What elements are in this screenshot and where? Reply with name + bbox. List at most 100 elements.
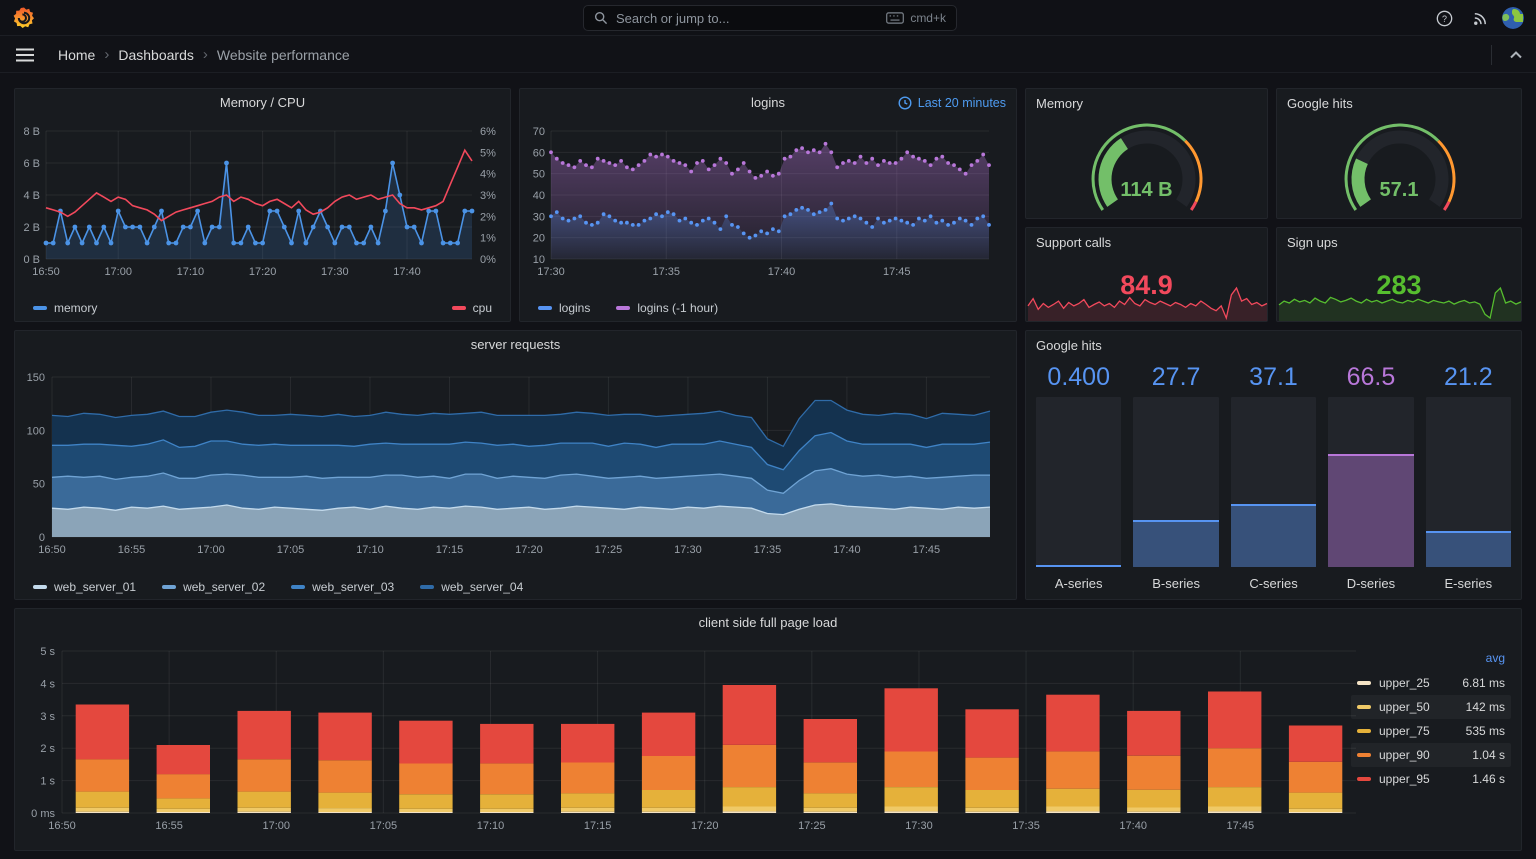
bar-gauge-column[interactable]: 37.1 C-series xyxy=(1230,363,1317,591)
collapse-chevron-up-icon[interactable] xyxy=(1508,47,1524,63)
help-button[interactable]: ? xyxy=(1431,6,1457,30)
bar-segment-upper_75 xyxy=(1046,788,1100,807)
bar-gauge-track xyxy=(1036,397,1122,567)
time-range-picker[interactable]: Last 20 minutes xyxy=(898,96,1006,110)
legend-swatch xyxy=(451,306,466,310)
bar-segment-upper_25 xyxy=(1208,811,1262,813)
axis-tick-label: 5 s xyxy=(40,646,55,658)
legend-item[interactable]: web_server_04 xyxy=(420,580,523,594)
panel-title[interactable]: client side full page load xyxy=(15,615,1521,630)
panel-title[interactable]: Memory xyxy=(1036,96,1083,111)
legend-value: 6.81 ms xyxy=(1462,676,1505,690)
breadcrumb-dashboards[interactable]: Dashboards xyxy=(118,47,194,63)
legend-label: web_server_04 xyxy=(441,580,524,594)
user-avatar[interactable] xyxy=(1500,6,1526,30)
axis-tick-label: 16:55 xyxy=(118,544,146,556)
legend-swatch xyxy=(538,306,552,310)
bar-segment-upper_50 xyxy=(237,807,291,812)
svg-text:?: ? xyxy=(1442,13,1447,23)
menu-toggle-button[interactable] xyxy=(16,48,34,62)
bar-segment-upper_25 xyxy=(641,811,696,813)
legend-row[interactable]: upper_75 535 ms xyxy=(1351,719,1511,743)
axis-tick-label: 17:40 xyxy=(768,266,796,278)
bar-segment-upper_75 xyxy=(884,787,938,807)
legend-item[interactable]: logins xyxy=(538,301,590,315)
panel-title[interactable]: Google hits xyxy=(1036,338,1102,353)
bar-gauge-value: 21.2 xyxy=(1443,363,1493,391)
bar-segment-upper_25 xyxy=(561,811,615,813)
axis-tick-label: 17:30 xyxy=(674,544,702,556)
axis-tick-label: 6% xyxy=(480,126,496,138)
bar-segment-upper_50 xyxy=(156,808,210,812)
logins-chart[interactable]: 10 20 30 40 50 60 70 17:30 17:35 17:40 17:45 xyxy=(521,117,1017,295)
panel-google-hits-bars: Google hits 0.400 A-series 27.7 B-series 37.… xyxy=(1025,330,1522,600)
axis-tick-label: 17:15 xyxy=(436,544,464,556)
bar-segment-upper_25 xyxy=(75,811,130,813)
bar-gauge-label: C-series xyxy=(1249,576,1298,591)
bar-segment-upper_50 xyxy=(480,808,534,812)
legend-swatch xyxy=(1357,729,1371,733)
breadcrumb-separator: › xyxy=(202,46,208,63)
bar-gauge-track xyxy=(1133,397,1219,567)
bar-gauge[interactable]: 0.400 A-series 27.7 B-series 37.1 C-series 66.… xyxy=(1036,363,1512,591)
axis-tick-label: 17:40 xyxy=(1119,820,1147,832)
bar-segment-upper_90 xyxy=(156,774,210,799)
subnav-actions xyxy=(1491,37,1524,73)
axis-tick-label: 17:35 xyxy=(1012,820,1040,832)
legend-swatch xyxy=(291,585,306,589)
legend-row[interactable]: upper_95 1.46 s xyxy=(1351,767,1511,791)
grafana-logo-icon[interactable] xyxy=(12,6,36,30)
legend-swatch xyxy=(1357,705,1371,709)
bar-gauge-column[interactable]: 66.5 D-series xyxy=(1328,363,1414,591)
bar-gauge-column[interactable]: 0.400 A-series xyxy=(1036,363,1122,591)
axis-tick-label: 2 B xyxy=(23,222,40,234)
client-page-load-chart[interactable]: 0 ms 1 s 2 s 3 s 4 s 5 s 16:50 16:55 17:00 17:05 1… xyxy=(16,635,1522,845)
panel-title[interactable]: Sign ups xyxy=(1287,235,1338,250)
stacked-bar xyxy=(803,719,857,813)
axis-tick-label: 30 xyxy=(533,211,545,223)
panel-title[interactable]: Support calls xyxy=(1036,235,1111,250)
panel-title[interactable]: server requests xyxy=(15,337,1016,352)
bar-gauge-value: 0.400 xyxy=(1047,363,1110,391)
news-button[interactable] xyxy=(1467,6,1493,30)
bar-gauge-column[interactable]: 27.7 B-series xyxy=(1133,363,1219,591)
server-requests-chart[interactable]: 0 50 100 150 16:50 16:55 17:00 17:05 17:10 17:15 1… xyxy=(16,359,1017,571)
axis-tick-label: 16:50 xyxy=(38,544,66,556)
bar-segment-upper_90 xyxy=(641,756,696,790)
search-input[interactable]: Search or jump to... cmd+k xyxy=(583,5,957,31)
bar-gauge-fill xyxy=(1036,565,1122,567)
axis-tick-label: 0 B xyxy=(23,254,40,266)
legend-item[interactable]: web_server_02 xyxy=(162,580,265,594)
legend: memory cpu xyxy=(33,301,492,315)
legend-item[interactable]: web_server_03 xyxy=(291,580,394,594)
legend-row[interactable]: upper_25 6.81 ms xyxy=(1351,671,1511,695)
bar-segment-upper_90 xyxy=(1288,761,1343,793)
panel-title[interactable]: Google hits xyxy=(1287,96,1353,111)
legend-avg-header[interactable]: avg xyxy=(1351,649,1511,671)
stacked-bar xyxy=(480,723,534,813)
legend-value: 142 ms xyxy=(1465,700,1505,714)
axis-tick-label: 4 s xyxy=(40,678,55,690)
axis-tick-label: 50 xyxy=(533,169,545,181)
bar-gauge-column[interactable]: 21.2 E-series xyxy=(1425,363,1512,591)
legend-label: web_server_03 xyxy=(312,580,395,594)
legend: web_server_01 web_server_02 web_server_03 w… xyxy=(33,580,998,594)
bar-segment-upper_25 xyxy=(803,811,857,813)
bar-segment-upper_75 xyxy=(318,792,372,809)
legend-row[interactable]: upper_90 1.04 s xyxy=(1351,743,1511,767)
bar-gauge-fill xyxy=(1133,519,1219,567)
legend-item[interactable]: logins (-1 hour) xyxy=(616,301,718,315)
legend-item[interactable]: cpu xyxy=(451,301,492,315)
axis-tick-label: 17:05 xyxy=(370,820,398,832)
panel-title[interactable]: Memory / CPU xyxy=(15,95,510,110)
memory-cpu-chart[interactable]: 0 B 2 B 4 B 6 B 8 B 0% 1% 2% 3% 4% 5% 6% 16:50 17:00 1… xyxy=(16,117,511,295)
legend-item[interactable]: memory xyxy=(33,301,97,315)
bar-segment-upper_75 xyxy=(399,794,453,809)
keyboard-icon xyxy=(886,12,905,24)
bar-segment-upper_50 xyxy=(722,806,777,812)
legend-row[interactable]: upper_50 142 ms xyxy=(1351,695,1511,719)
bar-gauge-fill xyxy=(1425,530,1512,567)
legend-item[interactable]: web_server_01 xyxy=(33,580,136,594)
breadcrumb-home[interactable]: Home xyxy=(58,47,95,63)
legend-swatch xyxy=(33,306,47,310)
